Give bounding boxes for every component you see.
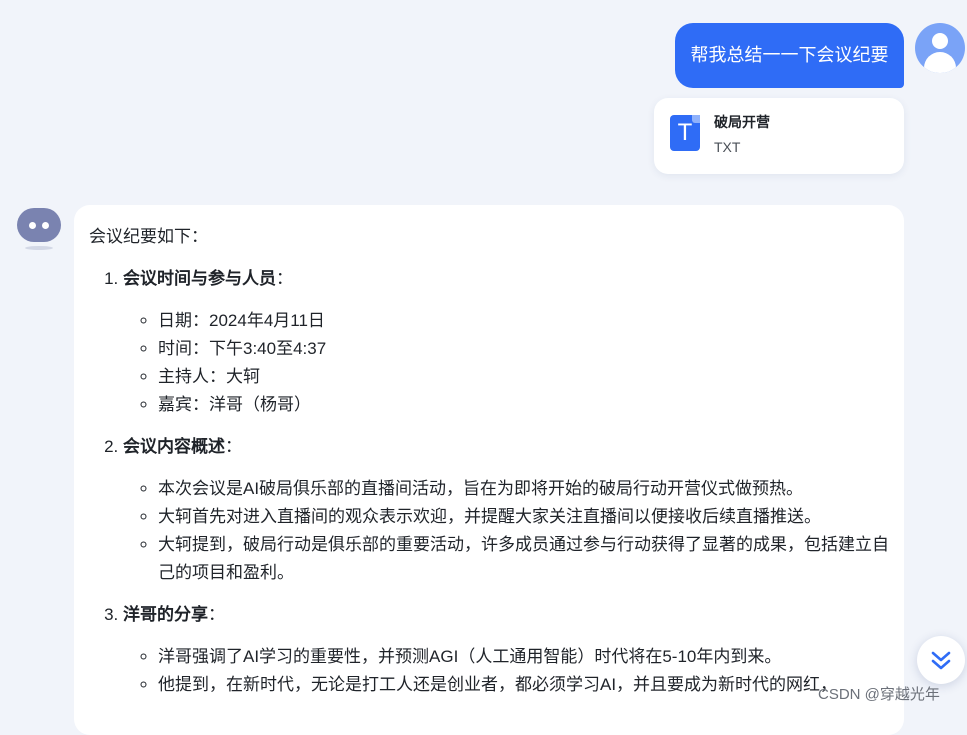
attachment-name: 破局开营 <box>714 115 770 131</box>
scroll-to-bottom-button[interactable] <box>917 636 965 684</box>
list-item: 日期：2024年4月11日 <box>158 307 890 335</box>
section-title: 会议时间与参与人员 <box>123 269 276 288</box>
list-item: 嘉宾：洋哥（杨哥） <box>158 391 890 419</box>
list-item: 本次会议是AI破局俱乐部的直播间活动，旨在为即将开始的破局行动开营仪式做预热。 <box>158 475 890 503</box>
section-title-suffix: ： <box>276 269 293 288</box>
txt-file-icon: T <box>670 115 700 151</box>
summary-section: 会议时间与参与人员： 日期：2024年4月11日时间：下午3:40至4:37主持人… <box>123 265 890 419</box>
double-chevron-down-icon <box>931 651 951 670</box>
section-points: 本次会议是AI破局俱乐部的直播间活动，旨在为即将开始的破局行动开营仪式做预热。大… <box>123 475 890 587</box>
summary-sections: 会议时间与参与人员：日期：2024年4月11日时间：下午3:40至4:37主持人… <box>89 265 890 699</box>
list-item: 大轲提到，破局行动是俱乐部的重要活动，许多成员通过参与行动获得了显著的成果，包括… <box>158 531 890 587</box>
attachment-card[interactable]: T 破局开营 TXT <box>654 98 904 174</box>
user-message-text: 帮我总结一一下会议纪要 <box>690 45 889 66</box>
summary-section: 会议内容概述： 本次会议是AI破局俱乐部的直播间活动，旨在为即将开始的破局行动开营… <box>123 433 890 587</box>
summary-section: 洋哥的分享： 洋哥强调了AI学习的重要性，并预测AGI（人工通用智能）时代将在5-… <box>123 601 890 699</box>
attachment-type: TXT <box>714 139 741 155</box>
watermark: CSDN @穿越光年 <box>818 686 940 703</box>
section-title-suffix: ： <box>208 605 225 624</box>
section-title: 洋哥的分享 <box>123 605 208 624</box>
section-points: 日期：2024年4月11日时间：下午3:40至4:37主持人：大轲嘉宾：洋哥（杨… <box>123 307 890 419</box>
section-title: 会议内容概述 <box>123 437 225 456</box>
user-message-bubble: 帮我总结一一下会议纪要 <box>675 23 904 88</box>
section-points: 洋哥强调了AI学习的重要性，并预测AGI（人工通用智能）时代将在5-10年内到来… <box>123 643 890 699</box>
bot-message-intro: 会议纪要如下： <box>89 227 208 246</box>
user-avatar <box>915 23 965 73</box>
list-item: 洋哥强调了AI学习的重要性，并预测AGI（人工通用智能）时代将在5-10年内到来… <box>158 643 890 671</box>
list-item: 时间：下午3:40至4:37 <box>158 335 890 363</box>
section-title-suffix: ： <box>225 437 242 456</box>
bot-avatar <box>17 208 61 252</box>
list-item: 大轲首先对进入直播间的观众表示欢迎，并提醒大家关注直播间以便接收后续直播推送。 <box>158 503 890 531</box>
bot-message-card: 会议纪要如下： 会议时间与参与人员：日期：2024年4月11日时间：下午3:40… <box>74 205 904 735</box>
list-item: 主持人：大轲 <box>158 363 890 391</box>
list-item: 他提到，在新时代，无论是打工人还是创业者，都必须学习AI，并且要成为新时代的网红… <box>158 671 890 699</box>
